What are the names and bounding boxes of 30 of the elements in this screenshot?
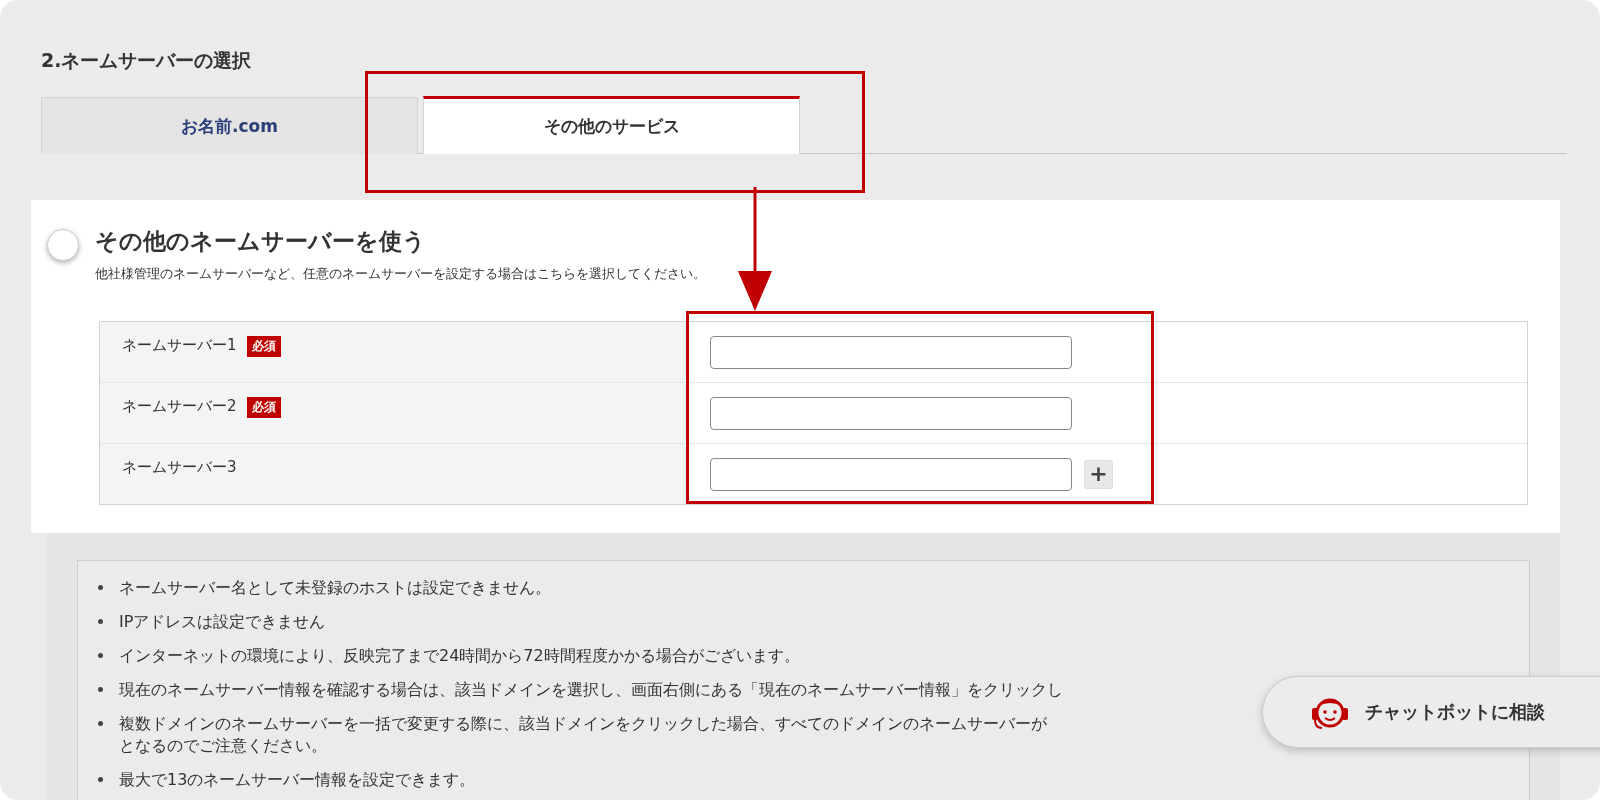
bullet-icon (98, 653, 103, 658)
bullet-icon (98, 777, 103, 782)
bullet-icon (98, 619, 103, 624)
note-text: 最大で13のネームサーバー情報を設定できます。 (119, 769, 476, 791)
section-title: 2.ネームサーバーの選択 (41, 48, 253, 73)
nameserver-label: ネームサーバー2 (122, 397, 237, 416)
add-button[interactable]: + (1084, 459, 1113, 489)
note-text: インターネットの環境により、反映完了まで24時間から72時間程度かかる場合がございます。 (119, 645, 800, 667)
bullet-icon (98, 721, 103, 726)
arrow-icon (738, 187, 772, 313)
tab[interactable]: お名前.com (41, 97, 418, 154)
nameserver-label: ネームサーバー3 (122, 458, 237, 477)
nameserver-input[interactable] (710, 396, 1072, 430)
required-badge: 必須 (246, 336, 281, 357)
option-title: その他のネームサーバーを使う (95, 227, 427, 256)
note-text: となるのでご注意ください。 (119, 735, 328, 757)
nameserver-label: ネームサーバー1 (122, 336, 237, 355)
nameserver-input[interactable] (710, 457, 1072, 491)
bullet-icon (98, 585, 103, 590)
option-description: 他社様管理のネームサーバーなど、任意のネームサーバーを設定する場合はこちらを選択してください。 (95, 265, 706, 283)
tab[interactable]: その他のサービス (423, 96, 800, 154)
note-text: IPアドレスは設定できません (119, 611, 326, 633)
bullet-icon (98, 687, 103, 692)
note-text: ネームサーバー名として未登録のホストは設定できません。 (119, 577, 551, 599)
radio-button[interactable] (47, 229, 79, 261)
note-text: 現在のネームサーバー情報を確認する場合は、該当ドメインを選択し、画面右側にある「現在のネームサーバー情報」をクリックし (119, 679, 1063, 701)
chatbot-button[interactable]: チャットボットに相談 (1262, 676, 1600, 748)
note-text: 複数ドメインのネームサーバーを一括で変更する際に、該当ドメインをクリックした場合、すべてのドメインのネームサーバーが (119, 713, 1047, 735)
required-badge: 必須 (246, 397, 281, 418)
nameserver-input[interactable] (710, 335, 1072, 369)
